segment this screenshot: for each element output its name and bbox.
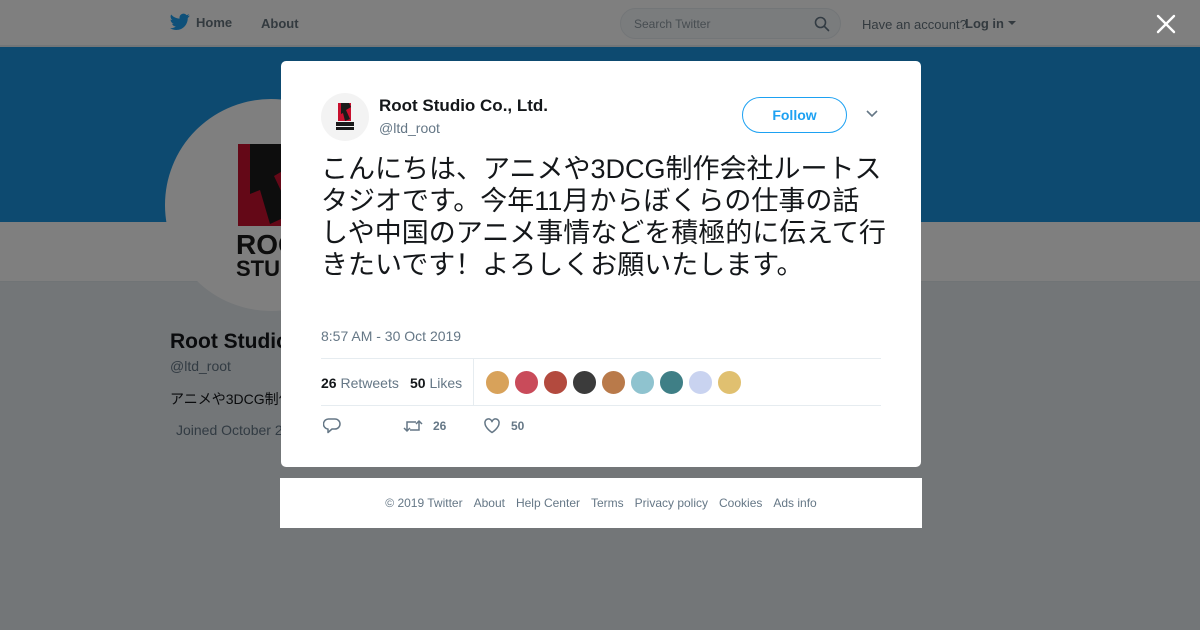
retweet-action-count: 26 bbox=[433, 419, 447, 433]
modal-footer: © 2019 Twitter About Help Center Terms Priva… bbox=[280, 478, 922, 528]
reply-icon bbox=[323, 418, 341, 434]
chevron-down-icon[interactable] bbox=[865, 109, 879, 119]
liker-avatar[interactable] bbox=[514, 370, 539, 395]
footer-link[interactable]: Privacy policy bbox=[635, 496, 708, 510]
retweet-button[interactable]: 26 bbox=[403, 417, 446, 435]
retweets-stat[interactable]: 26 Retweets bbox=[321, 375, 399, 391]
footer-link[interactable]: Help Center bbox=[516, 496, 580, 510]
heart-icon bbox=[484, 418, 500, 434]
reply-button[interactable] bbox=[323, 417, 341, 435]
tweet-stats: 26 Retweets 50 Likes bbox=[321, 358, 881, 406]
likes-stat[interactable]: 50 Likes bbox=[410, 375, 462, 391]
liker-avatar[interactable] bbox=[659, 370, 684, 395]
liker-avatar[interactable] bbox=[717, 370, 742, 395]
tweet-timestamp[interactable]: 8:57 AM - 30 Oct 2019 bbox=[321, 328, 461, 344]
footer-link[interactable]: Ads info bbox=[773, 496, 816, 510]
likes-label: Likes bbox=[429, 375, 463, 391]
tweet-modal: Root Studio Co., Ltd. @ltd_root Follow こ… bbox=[281, 61, 921, 467]
footer-link[interactable]: About bbox=[474, 496, 505, 510]
copyright-text: © 2019 Twitter bbox=[385, 496, 463, 510]
liker-avatar[interactable] bbox=[572, 370, 597, 395]
like-action-count: 50 bbox=[511, 419, 525, 433]
like-button[interactable]: 50 bbox=[483, 417, 524, 435]
close-icon[interactable] bbox=[1154, 12, 1178, 36]
liker-avatars bbox=[485, 370, 742, 395]
tweet-actions: 26 50 bbox=[321, 417, 881, 441]
liker-avatar[interactable] bbox=[688, 370, 713, 395]
follow-button[interactable]: Follow bbox=[742, 97, 847, 133]
retweets-count: 26 bbox=[321, 375, 337, 391]
tweet-text: こんにちは、アニメや3DCG制作会社ルートスタジオです。今年11月からぼくらの仕… bbox=[321, 154, 886, 280]
liker-avatar[interactable] bbox=[485, 370, 510, 395]
stats-divider bbox=[473, 359, 474, 405]
root-studio-logo-icon bbox=[336, 103, 354, 130]
author-name[interactable]: Root Studio Co., Ltd. bbox=[379, 96, 548, 116]
liker-avatar[interactable] bbox=[601, 370, 626, 395]
retweet-icon bbox=[403, 419, 423, 433]
likes-count: 50 bbox=[410, 375, 426, 391]
retweets-label: Retweets bbox=[340, 375, 399, 391]
footer-link[interactable]: Cookies bbox=[719, 496, 762, 510]
author-handle[interactable]: @ltd_root bbox=[379, 120, 440, 136]
liker-avatar[interactable] bbox=[630, 370, 655, 395]
footer-link[interactable]: Terms bbox=[591, 496, 624, 510]
author-avatar[interactable] bbox=[321, 93, 369, 141]
liker-avatar[interactable] bbox=[543, 370, 568, 395]
